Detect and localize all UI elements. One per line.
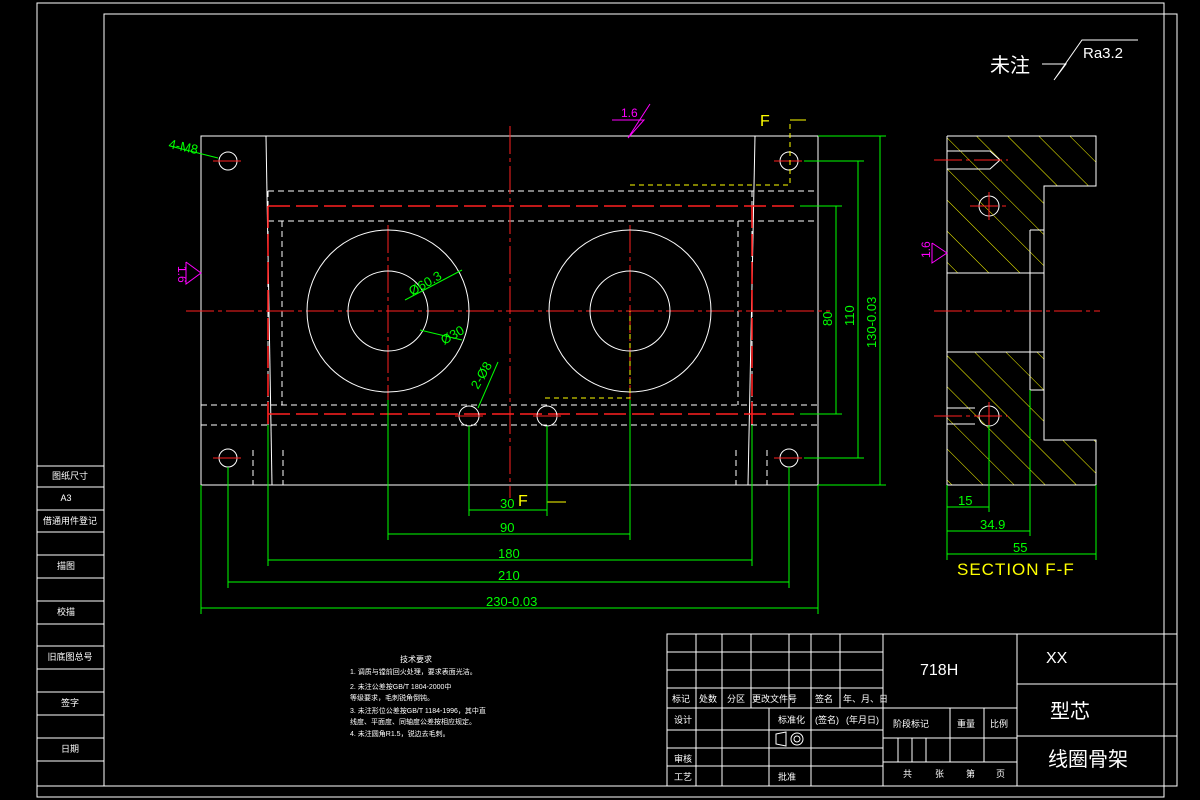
finish-mark-top: 1.6 <box>621 106 638 120</box>
roughness-prefix: 未注 <box>990 54 1030 77</box>
tb-sheet-page: 页 <box>996 769 1005 779</box>
tech-notes-heading: 技术要求 <box>400 654 432 664</box>
dim-30: 30 <box>500 496 514 511</box>
finish-mark-left: 1.6 <box>175 266 189 283</box>
left-label-check: 校描 <box>57 606 75 617</box>
dim-section-15: 15 <box>958 493 972 508</box>
left-label-trace: 描图 <box>57 560 75 571</box>
tech-note-line: 3. 未注形位公差按GB/T 1184-1996，其中直 <box>350 706 486 715</box>
tb-standardize: 标准化 <box>778 714 805 725</box>
tb-sheet-zhang1: 张 <box>935 769 944 779</box>
tb-process: 工艺 <box>674 772 692 782</box>
tb-count: 处数 <box>699 693 717 704</box>
tech-note-line: 线度、平面度、同轴度公差按相应规定。 <box>350 717 476 726</box>
tech-note-line: 1. 调质与镗前回火处理，要求表面光洁。 <box>350 667 477 676</box>
left-label-signature: 签字 <box>61 697 79 708</box>
left-label-paper-size: 图纸尺寸 <box>52 470 88 481</box>
tb-zone: 分区 <box>727 694 745 704</box>
general-roughness: 未注 Ra3.2 <box>990 39 1138 81</box>
tb-sign: (签名) <box>815 714 839 725</box>
tb-review: 审核 <box>674 753 692 764</box>
tb-signature: 签名 <box>815 693 833 704</box>
roughness-value: Ra3.2 <box>1083 45 1123 62</box>
main-view: F F 1.6 1.6 4-M8 Ø60.3 Ø30 2-Ø8 80 110 1… <box>167 103 886 614</box>
left-label-registry: 借通用件登记 <box>43 515 97 526</box>
left-info-column: 图纸尺寸 A3 借通用件登记 描图 校描 旧底图总号 签字 日期 <box>36 465 105 787</box>
tech-note-line: 等级要求，毛刺锐角倒钝。 <box>350 693 434 702</box>
section-view: 1.6 15 34.9 55 SECTION F-F <box>919 135 1100 579</box>
dim-110: 110 <box>842 305 857 326</box>
tb-material: 718H <box>920 662 958 679</box>
left-label-old-number: 旧底图总号 <box>47 651 92 662</box>
section-mark-bottom: F <box>518 493 528 510</box>
dim-pin-holes: 2-Ø8 <box>468 359 495 392</box>
tb-weight: 重量 <box>957 718 975 729</box>
dim-130: 130-0.03 <box>864 297 879 348</box>
tech-note-line: 2. 未注公差按GB/T 1804-2000中 <box>350 682 451 691</box>
dim-section-34: 34.9 <box>980 517 1005 532</box>
tb-sheet-total: 共 <box>903 769 912 779</box>
tb-code: XX <box>1046 650 1068 667</box>
dim-section-55: 55 <box>1013 540 1027 555</box>
section-label: SECTION F-F <box>957 560 1075 579</box>
tb-change-doc: 更改文件号 <box>752 693 797 704</box>
tech-note-line: 4. 未注圆角R1.5，锐边去毛刺。 <box>350 729 450 738</box>
tb-sheet-no: 第 <box>966 768 975 779</box>
cad-drawing: 图纸尺寸 A3 借通用件登记 描图 校描 旧底图总号 签字 日期 未注 Ra3.… <box>36 2 1178 798</box>
left-label-a3: A3 <box>60 493 71 503</box>
dim-230: 230-0.03 <box>486 594 537 609</box>
dim-outer-diameter: Ø60.3 <box>406 268 444 299</box>
tb-date: (年月日) <box>846 714 879 725</box>
dim-210: 210 <box>498 568 520 583</box>
tb-part-name: 线圈骨架 <box>1048 748 1128 771</box>
dim-threaded-holes: 4-M8 <box>167 136 199 157</box>
tb-stage-mark: 阶段标记 <box>893 718 929 729</box>
tb-approve: 批准 <box>778 771 796 782</box>
title-block: 标记 处数 分区 更改文件号 签名 年、月、日 设计 标准化 (签名) (年月日… <box>666 633 1178 787</box>
tb-part-type: 型芯 <box>1050 700 1090 723</box>
technical-notes: 技术要求 1. 调质与镗前回火处理，要求表面光洁。 2. 未注公差按GB/T 1… <box>350 654 486 738</box>
tb-ymd: 年、月、日 <box>843 693 888 704</box>
projection-symbol-icon <box>775 731 804 747</box>
tb-mark: 标记 <box>672 693 690 704</box>
dim-90: 90 <box>500 520 514 535</box>
finish-mark-section: 1.6 <box>919 241 933 258</box>
dim-80: 80 <box>820 312 835 326</box>
section-mark-top: F <box>760 113 770 130</box>
tb-scale: 比例 <box>990 718 1008 729</box>
dim-180: 180 <box>498 546 520 561</box>
tb-design: 设计 <box>674 714 692 725</box>
left-label-date: 日期 <box>61 744 79 754</box>
